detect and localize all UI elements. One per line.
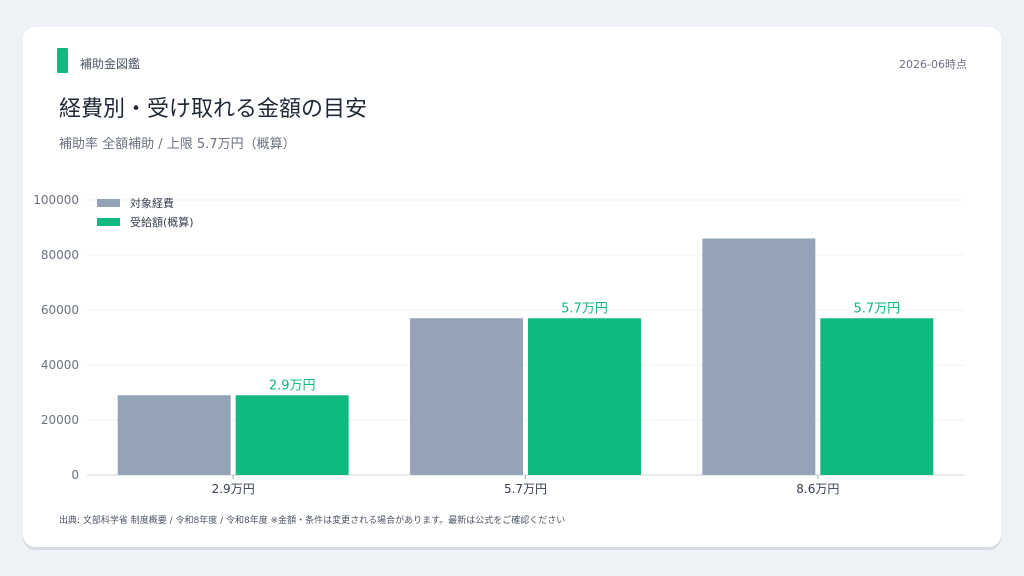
bar-chart: 0 20000 40000 60000 80000 100000 2.9万円 2.9万円 5.7… xyxy=(33,193,964,496)
bar xyxy=(820,318,934,475)
y-tick-label: 20000 xyxy=(41,413,79,427)
source-footnote: 出典: 文部科学省 制度概要 / 令和8年度 / 令和8年度 ※金額・条件は変更… xyxy=(59,516,566,526)
x-tick-label: 8.6万円 xyxy=(796,482,839,496)
y-tick-label: 80000 xyxy=(41,248,79,262)
bar xyxy=(410,318,523,475)
legend-label: 対象経費 xyxy=(130,196,174,210)
legend-label: 受給額(概算) xyxy=(130,215,194,229)
y-tick-label: 0 xyxy=(71,468,79,482)
y-tick-label: 40000 xyxy=(41,358,79,372)
bar xyxy=(702,238,816,475)
y-tick-label: 100000 xyxy=(33,193,79,207)
x-tick-label: 5.7万円 xyxy=(504,482,547,496)
bar xyxy=(528,318,641,475)
bar-value-label: 5.7万円 xyxy=(561,301,608,316)
legend-swatch xyxy=(97,199,120,207)
bar xyxy=(117,395,231,475)
bar-value-label: 2.9万円 xyxy=(269,378,316,393)
bar xyxy=(235,395,349,475)
legend-swatch xyxy=(97,218,120,226)
chart-card: 補助金図鑑 2026-06時点 経費別・受け取れる金額の目安 補助率 全額補助 … xyxy=(23,27,1001,547)
bar-value-label: 5.7万円 xyxy=(853,301,900,316)
y-tick-label: 60000 xyxy=(41,303,79,317)
x-tick-label: 2.9万円 xyxy=(212,482,255,496)
